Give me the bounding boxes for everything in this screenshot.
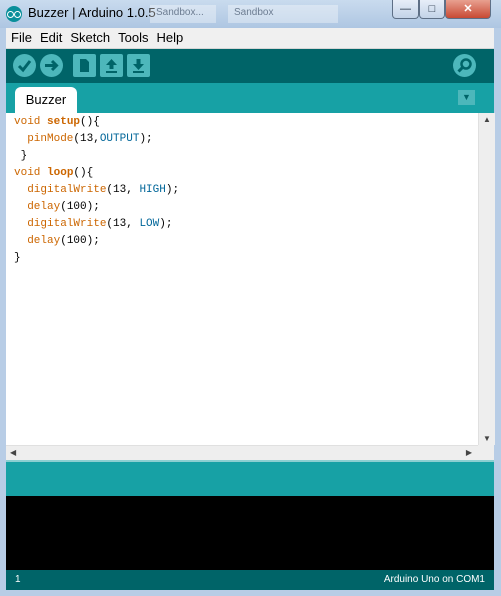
code-token: ); bbox=[139, 133, 153, 145]
tab-menu-button[interactable]: ▼ bbox=[458, 90, 475, 105]
horizontal-scrollbar[interactable]: ◀ ▶ bbox=[6, 445, 478, 461]
code-token: HIGH bbox=[139, 184, 166, 196]
code-token: (100); bbox=[60, 201, 100, 213]
scroll-up-icon[interactable]: ▲ bbox=[483, 115, 491, 124]
line-number: 1 bbox=[15, 574, 21, 585]
scroll-right-icon[interactable]: ▶ bbox=[466, 448, 472, 457]
code-token: delay bbox=[27, 201, 61, 213]
menu-tools[interactable]: Tools bbox=[115, 28, 151, 47]
code-token: void bbox=[14, 116, 48, 128]
code-token: digitalWrite bbox=[27, 184, 107, 196]
code-token: (){ bbox=[73, 167, 94, 179]
magnifier-icon bbox=[457, 58, 472, 73]
triangle-down-icon: ▼ bbox=[462, 92, 471, 102]
footer-bar: 1 Arduino Uno on COM1 bbox=[6, 570, 494, 590]
board-port-label: Arduino Uno on COM1 bbox=[383, 574, 485, 585]
code-line[interactable]: digitalWrite(13, HIGH); bbox=[14, 184, 179, 196]
code-token: pinMode bbox=[27, 133, 74, 145]
code-token: LOW bbox=[139, 218, 160, 230]
background-window-tab[interactable]: Sandbox... bbox=[150, 5, 216, 23]
menu-help[interactable]: Help bbox=[153, 28, 186, 47]
menu-sketch[interactable]: Sketch bbox=[67, 28, 113, 47]
code-token: delay bbox=[27, 235, 61, 247]
menu-edit[interactable]: Edit bbox=[37, 28, 65, 47]
code-token: (13, bbox=[106, 184, 140, 196]
code-line[interactable]: pinMode(13,OUTPUT); bbox=[14, 133, 153, 145]
new-document-icon bbox=[80, 59, 89, 72]
status-bar bbox=[6, 462, 494, 496]
verify-button[interactable] bbox=[13, 54, 36, 77]
scroll-left-icon[interactable]: ◀ bbox=[10, 448, 16, 457]
open-button[interactable] bbox=[100, 54, 123, 77]
code-token: (13, bbox=[73, 133, 100, 145]
vertical-scrollbar[interactable]: ▲ ▼ bbox=[478, 113, 495, 445]
menu-file[interactable]: File bbox=[8, 28, 35, 47]
code-token: (){ bbox=[80, 116, 100, 128]
maximize-button[interactable]: □ bbox=[419, 0, 445, 19]
code-token: } bbox=[14, 252, 21, 264]
code-line[interactable]: delay(100); bbox=[14, 201, 100, 213]
code-token: (100); bbox=[60, 235, 100, 247]
code-token: loop bbox=[47, 167, 74, 179]
window-title: Buzzer | Arduino 1.0.5 bbox=[28, 5, 156, 20]
code-token: ); bbox=[165, 184, 180, 196]
window-title-bar[interactable]: Buzzer | Arduino 1.0.5 Sandbox... Sandbo… bbox=[0, 0, 501, 28]
code-line[interactable]: } bbox=[14, 150, 28, 162]
code-editor[interactable]: void setup(){ pinMode(13,OUTPUT); } void … bbox=[6, 113, 478, 445]
arrow-right-icon bbox=[45, 59, 59, 72]
code-token: setup bbox=[47, 116, 81, 128]
menu-bar: File Edit Sketch Tools Help bbox=[6, 28, 494, 49]
code-token: OUTPUT bbox=[99, 133, 140, 145]
code-token: (13, bbox=[106, 218, 140, 230]
code-token: ); bbox=[159, 218, 173, 230]
serial-monitor-button[interactable] bbox=[453, 54, 476, 77]
scroll-down-icon[interactable]: ▼ bbox=[483, 434, 491, 443]
code-token: } bbox=[14, 150, 28, 162]
upload-arrow-icon bbox=[106, 59, 117, 73]
scrollbar-corner bbox=[478, 445, 494, 460]
window-frame-bottom bbox=[0, 590, 501, 596]
code-line[interactable]: delay(100); bbox=[14, 235, 100, 247]
code-line[interactable]: void setup(){ bbox=[14, 116, 100, 128]
close-button[interactable]: ✕ bbox=[445, 0, 491, 19]
code-line[interactable]: void loop(){ bbox=[14, 167, 93, 179]
code-line[interactable]: } bbox=[14, 252, 21, 264]
download-arrow-icon bbox=[133, 59, 144, 73]
console-output[interactable] bbox=[6, 496, 494, 570]
save-button[interactable] bbox=[127, 54, 150, 77]
arduino-logo-icon bbox=[6, 6, 22, 22]
new-button[interactable] bbox=[73, 54, 96, 77]
minimize-button[interactable]: — bbox=[392, 0, 419, 19]
tab-buzzer[interactable]: Buzzer bbox=[15, 87, 77, 113]
code-line[interactable]: digitalWrite(13, LOW); bbox=[14, 218, 172, 230]
check-icon bbox=[17, 60, 32, 73]
upload-button[interactable] bbox=[40, 54, 63, 77]
background-window-tab[interactable]: Sandbox bbox=[228, 5, 338, 23]
window-frame-right bbox=[494, 28, 501, 596]
code-token: void bbox=[14, 167, 48, 179]
tab-strip: Buzzer ▼ bbox=[6, 83, 494, 113]
toolbar bbox=[6, 49, 494, 83]
code-token: digitalWrite bbox=[27, 218, 107, 230]
